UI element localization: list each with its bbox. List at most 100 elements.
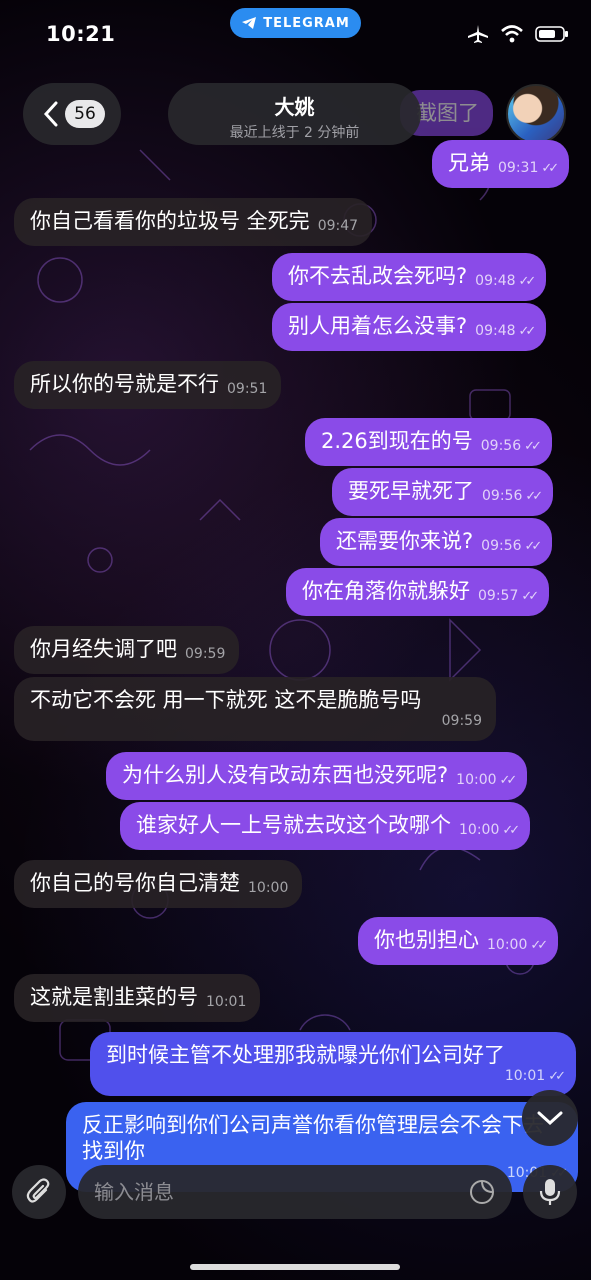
message-text: 这就是割韭菜的号 <box>30 985 198 1009</box>
double-check-icon: ✓✓ <box>521 589 539 604</box>
status-bar: 10:21 TELEGRAM <box>0 0 591 70</box>
message-text: 截图了 <box>416 101 479 125</box>
last-seen-status: 最近上线于 2 分钟前 <box>229 125 360 141</box>
chevron-left-icon <box>43 101 58 127</box>
message-time: 09:48 ✓✓ <box>475 273 536 291</box>
message-time: 09:59 <box>30 713 482 731</box>
airplane-icon <box>468 25 488 43</box>
message-timestamp: 09:48 <box>475 273 516 289</box>
message-text: 还需要你来说? <box>336 529 474 553</box>
message-time: 09:47 <box>318 218 358 236</box>
chat-title: 大姚 <box>274 95 315 119</box>
double-check-icon: ✓✓ <box>524 539 543 554</box>
message-text: 到时候主管不处理那我就曝光你们公司好了 <box>106 1043 505 1067</box>
back-button[interactable]: 56 <box>23 83 121 145</box>
message-text: 你不去乱改会死吗? <box>288 264 468 288</box>
double-check-icon: ✓✓ <box>525 489 543 504</box>
message-timestamp: 09:56 <box>482 488 523 504</box>
double-check-icon: ✓✓ <box>502 823 520 838</box>
message-time: 10:00 ✓✓ <box>459 822 520 840</box>
message-timestamp: 10:01 <box>504 1068 546 1085</box>
scroll-to-bottom-button[interactable] <box>522 1090 578 1146</box>
incoming-message[interactable]: 这就是割韭菜的号 10:01 <box>14 974 261 1022</box>
message-text: 不动它不会死 用一下就死 这不是脆脆号吗 <box>30 688 422 712</box>
outgoing-message[interactable]: 到时候主管不处理那我就曝光你们公司好了 10:01 ✓✓ <box>90 1032 576 1096</box>
microphone-button[interactable] <box>523 1165 577 1219</box>
message-timestamp: 09:48 <box>475 323 516 339</box>
outgoing-message[interactable]: 你不去乱改会死吗? 09:48 ✓✓ <box>272 253 547 301</box>
message-time: 10:01 <box>206 994 246 1012</box>
message-text: 2.26到现在的号 <box>321 429 473 453</box>
outgoing-message[interactable]: 要死早就死了 09:56 ✓✓ <box>332 468 554 516</box>
outgoing-message[interactable]: 谁家好人一上号就去改这个改哪个 10:00 ✓✓ <box>120 802 531 850</box>
chevron-down-icon <box>537 1111 563 1126</box>
double-check-icon: ✓✓ <box>530 938 548 953</box>
message-text: 为什么别人没有改动东西也没死呢? <box>122 763 449 787</box>
message-text: 所以你的号就是不行 <box>30 372 219 396</box>
outgoing-message[interactable]: 别人用着怎么没事? 09:48 ✓✓ <box>272 303 547 351</box>
message-time: 09:48 ✓✓ <box>475 323 537 341</box>
contact-avatar[interactable] <box>506 84 566 144</box>
wifi-icon <box>501 25 523 43</box>
outgoing-message[interactable]: 你也别担心 10:00 ✓✓ <box>358 917 559 965</box>
message-time: 10:00 <box>248 880 288 898</box>
incoming-message[interactable]: 不动它不会死 用一下就死 这不是脆脆号吗 09:59 <box>14 677 496 741</box>
microphone-icon <box>539 1179 561 1205</box>
message-time: 10:01✓✓ <box>106 1068 566 1086</box>
message-timestamp: 09:56 <box>481 538 522 554</box>
battery-icon <box>535 26 568 42</box>
message-input[interactable] <box>94 1180 468 1204</box>
message-time: 09:57 ✓✓ <box>478 588 539 606</box>
telegram-return-pill[interactable]: TELEGRAM <box>230 8 361 38</box>
outgoing-message[interactable]: 2.26到现在的号 09:56 ✓✓ <box>305 418 552 466</box>
unread-count-badge: 56 <box>65 100 105 128</box>
message-timestamp: 10:00 <box>459 822 500 838</box>
sticker-icon[interactable] <box>468 1178 496 1206</box>
message-timestamp: 09:51 <box>227 381 268 397</box>
message-timestamp: 09:57 <box>478 588 519 604</box>
incoming-message[interactable]: 所以你的号就是不行 09:51 <box>14 361 282 409</box>
message-timestamp: 10:00 <box>487 937 528 953</box>
double-check-icon: ✓✓ <box>548 1069 566 1085</box>
double-check-icon: ✓✓ <box>518 324 537 339</box>
chat-title-pill[interactable]: 大姚 最近上线于 2 分钟前 <box>168 83 421 145</box>
message-timestamp: 09:59 <box>185 646 226 662</box>
message-time: 09:56 ✓✓ <box>480 438 542 456</box>
status-icons <box>467 24 569 44</box>
incoming-message[interactable]: 你自己的号你自己清楚 10:00 <box>14 860 303 908</box>
outgoing-message[interactable]: 还需要你来说? 09:56 ✓✓ <box>320 518 553 566</box>
message-time: 09:51 <box>227 381 267 399</box>
double-check-icon: ✓✓ <box>524 439 542 454</box>
status-time: 10:21 <box>46 22 116 46</box>
message-text: 谁家好人一上号就去改这个改哪个 <box>136 813 451 837</box>
outgoing-message[interactable]: 兄弟 09:31 ✓✓ <box>432 140 570 188</box>
message-time: 10:00 ✓✓ <box>487 937 548 955</box>
outgoing-message[interactable]: 为什么别人没有改动东西也没死呢? 10:00 ✓✓ <box>106 752 528 800</box>
message-text: 要死早就死了 <box>348 479 474 503</box>
message-timestamp: 10:00 <box>248 880 289 896</box>
message-text: 别人用着怎么没事? <box>288 314 468 338</box>
message-time: 10:00 ✓✓ <box>456 772 518 790</box>
incoming-message[interactable]: 你月经失调了吧 09:59 <box>14 626 240 674</box>
message-timestamp: 09:47 <box>317 218 359 234</box>
message-timestamp: 09:59 <box>441 713 482 730</box>
message-text: 你也别担心 <box>374 928 479 952</box>
telegram-pill-label: TELEGRAM <box>263 15 350 31</box>
incoming-message[interactable]: 你自己看看你的垃圾号 全死完 09:47 <box>14 198 373 246</box>
message-timestamp: 10:00 <box>456 772 497 788</box>
paperclip-icon <box>26 1178 50 1203</box>
double-check-icon: ✓✓ <box>541 161 559 176</box>
message-text: 兄弟 <box>448 151 490 175</box>
message-time: 09:31 ✓✓ <box>498 160 559 178</box>
telegram-icon <box>242 17 257 29</box>
home-indicator <box>190 1264 400 1270</box>
message-time: 09:59 <box>185 646 225 664</box>
message-text: 你月经失调了吧 <box>30 637 177 661</box>
double-check-icon: ✓✓ <box>499 773 518 788</box>
message-timestamp: 09:56 <box>480 438 522 454</box>
outgoing-message[interactable]: 你在角落你就躲好 09:57 ✓✓ <box>286 568 550 616</box>
message-input-field[interactable] <box>78 1165 512 1219</box>
message-text: 你自己看看你的垃圾号 全死完 <box>30 209 310 233</box>
attach-button[interactable] <box>12 1165 66 1219</box>
message-text: 你自己的号你自己清楚 <box>30 871 240 895</box>
